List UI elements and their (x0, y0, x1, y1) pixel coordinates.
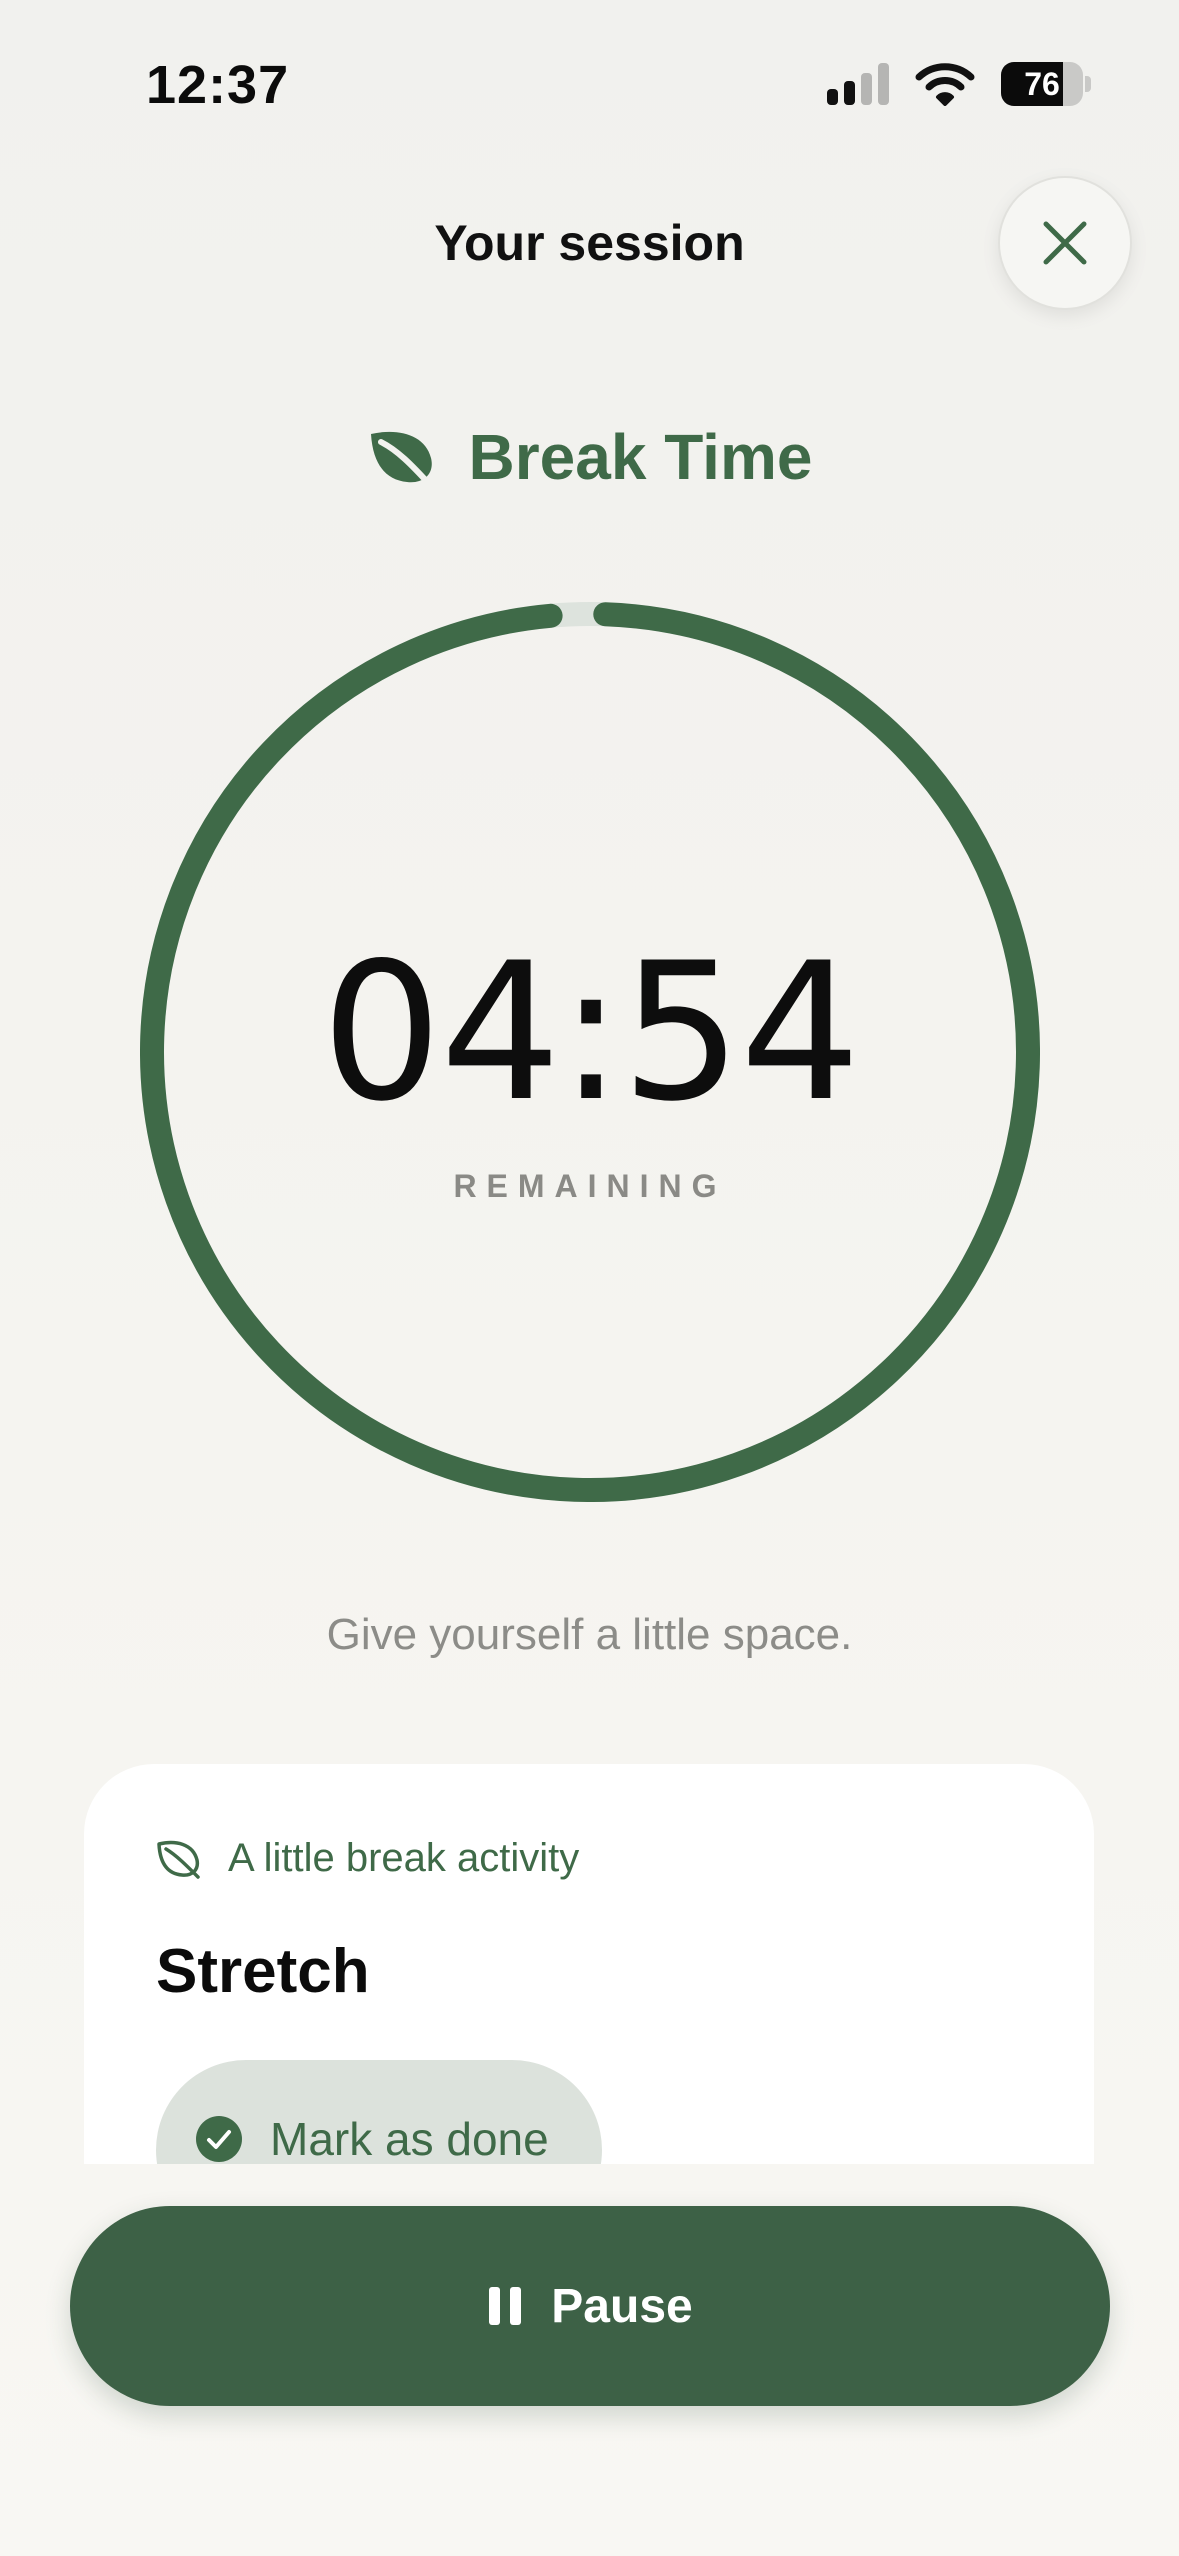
cellular-signal-icon (827, 63, 889, 105)
mark-as-done-button[interactable]: Mark as done (156, 2060, 602, 2164)
activity-card: A little break activity Stretch Mark as … (84, 1764, 1094, 2164)
status-time: 12:37 (146, 55, 290, 115)
activity-header: A little break activity (156, 1836, 579, 1881)
session-mode: Break Time (0, 420, 1179, 494)
battery-icon: 76 (1001, 62, 1091, 106)
close-icon (1043, 221, 1087, 265)
activity-header-text: A little break activity (228, 1836, 580, 1880)
mark-as-done-label: Mark as done (270, 2113, 549, 2164)
pause-button[interactable]: Pause (70, 2206, 1110, 2406)
pause-icon (489, 2287, 522, 2325)
battery-level: 76 (1024, 66, 1060, 102)
check-circle-icon (196, 2116, 242, 2162)
status-bar: 12:37 76 (0, 0, 1179, 170)
wifi-icon (915, 63, 975, 106)
leaf-icon (370, 431, 434, 488)
close-button[interactable] (998, 176, 1132, 310)
pause-label: Pause (551, 2279, 693, 2333)
timer-value: 04:54 (321, 922, 861, 1143)
mode-label: Break Time (468, 421, 813, 493)
status-icons: 76 (827, 62, 1091, 106)
leaf-outline-icon (157, 1840, 200, 1879)
tagline: Give yourself a little space. (326, 1610, 853, 1659)
timer-caption: REMAINING (453, 1168, 727, 1204)
timer-ring: 04:54 REMAINING (140, 602, 1040, 1502)
activity-title: Stretch (156, 1937, 370, 2006)
